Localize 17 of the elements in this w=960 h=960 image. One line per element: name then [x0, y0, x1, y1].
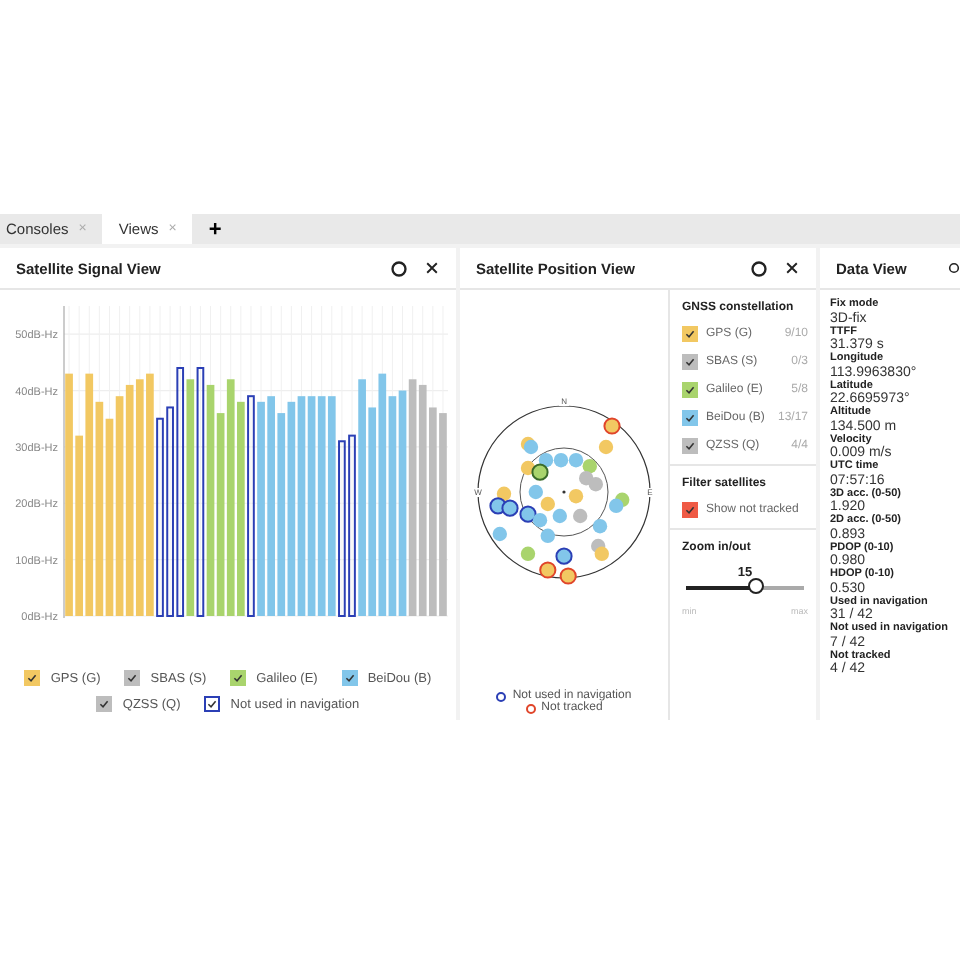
add-tab-button[interactable]: + [192, 214, 238, 244]
legend-checkbox[interactable] [124, 670, 141, 686]
checkbox[interactable] [682, 438, 698, 454]
checkbox[interactable] [682, 502, 698, 518]
close-icon[interactable] [424, 260, 440, 276]
checkbox[interactable] [682, 382, 698, 398]
checkbox[interactable] [682, 354, 698, 370]
checkbox[interactable] [682, 326, 698, 342]
checkbox[interactable] [682, 410, 698, 426]
slider-thumb[interactable] [748, 578, 765, 594]
refresh-icon[interactable] [948, 258, 960, 278]
legend-checkbox[interactable] [204, 696, 221, 712]
refresh-icon[interactable] [750, 259, 768, 277]
legend-checkbox[interactable] [96, 696, 113, 712]
legend-checkbox[interactable] [341, 670, 358, 686]
close-icon[interactable] [784, 260, 800, 276]
refresh-icon[interactable] [390, 259, 408, 277]
